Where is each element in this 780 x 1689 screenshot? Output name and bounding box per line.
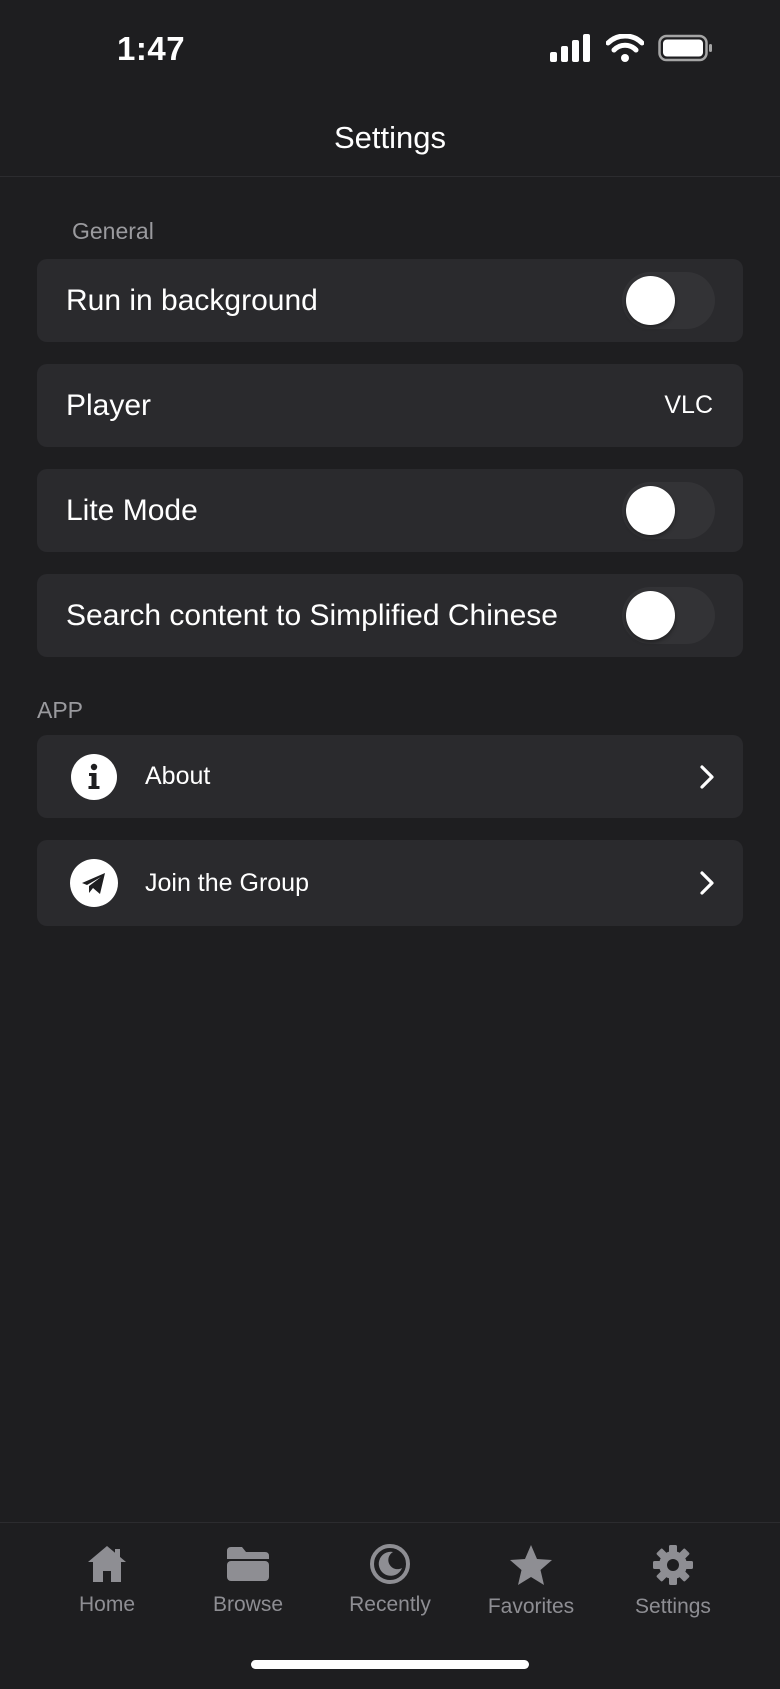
join-group-row[interactable]: Join the Group bbox=[37, 840, 743, 926]
home-icon bbox=[88, 1546, 126, 1582]
lite-mode-row: Lite Mode bbox=[37, 469, 743, 552]
row-label: Run in background bbox=[66, 283, 318, 317]
star-icon bbox=[510, 1545, 552, 1585]
folder-icon bbox=[227, 1547, 269, 1581]
about-row[interactable]: About bbox=[37, 735, 743, 818]
clock-moon-icon bbox=[370, 1544, 410, 1584]
run-in-background-toggle[interactable] bbox=[622, 272, 715, 329]
toggle-knob bbox=[626, 591, 675, 640]
toggle-knob bbox=[626, 276, 675, 325]
lite-mode-toggle[interactable] bbox=[622, 482, 715, 539]
tab-browse[interactable]: Browse bbox=[178, 1543, 318, 1617]
row-label: Player bbox=[66, 388, 152, 422]
status-bar: 1:47 bbox=[0, 0, 780, 100]
about-label: About bbox=[145, 762, 211, 790]
simplified-chinese-toggle[interactable] bbox=[622, 587, 715, 644]
tab-label: Favorites bbox=[487, 1595, 575, 1618]
tab-label: Home bbox=[78, 1593, 136, 1616]
section-label-app: APP bbox=[37, 697, 84, 723]
row-label: Lite Mode bbox=[66, 493, 198, 527]
status-time: 1:47 bbox=[117, 30, 186, 67]
tab-home[interactable]: Home bbox=[37, 1543, 177, 1617]
tab-settings[interactable]: Settings bbox=[603, 1543, 743, 1619]
chevron-right-icon bbox=[700, 871, 714, 895]
run-in-background-row: Run in background bbox=[37, 259, 743, 342]
telegram-icon bbox=[70, 859, 118, 907]
tab-favorites[interactable]: Favorites bbox=[461, 1543, 601, 1619]
wifi-icon bbox=[606, 34, 644, 62]
navigation-bar: Settings bbox=[0, 100, 780, 177]
section-label-general: General bbox=[72, 218, 154, 244]
tab-label: Settings bbox=[635, 1595, 711, 1618]
home-indicator[interactable] bbox=[251, 1660, 529, 1669]
tab-recently[interactable]: Recently bbox=[320, 1543, 460, 1617]
toggle-knob bbox=[626, 486, 675, 535]
page-title: Settings bbox=[333, 120, 446, 155]
simplified-chinese-row: Search content to Simplified Chinese bbox=[37, 574, 743, 657]
status-icons bbox=[550, 34, 714, 62]
join-group-label: Join the Group bbox=[145, 868, 309, 897]
tab-label: Recently bbox=[349, 1593, 431, 1616]
info-icon bbox=[71, 753, 117, 800]
tab-label: Browse bbox=[212, 1593, 284, 1616]
battery-icon bbox=[658, 34, 712, 62]
signal-icon bbox=[550, 34, 590, 62]
row-label: Search content to Simplified Chinese bbox=[66, 598, 558, 632]
chevron-right-icon bbox=[700, 764, 714, 789]
player-row[interactable]: Player VLC bbox=[37, 364, 743, 447]
gear-icon bbox=[653, 1545, 693, 1585]
player-value: VLC bbox=[664, 391, 713, 419]
